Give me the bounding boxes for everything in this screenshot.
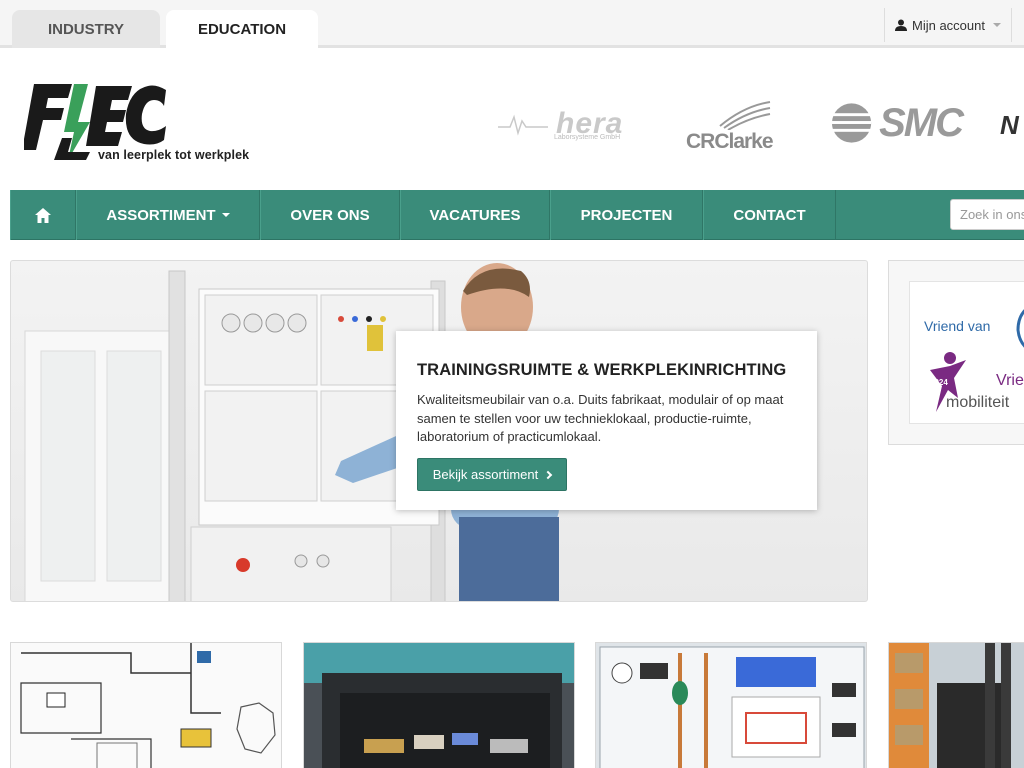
tagline: van leerplek tot werkplek bbox=[98, 148, 250, 162]
chevron-right-icon bbox=[543, 470, 553, 479]
brand-crclarke-logo[interactable]: CRClarke bbox=[686, 100, 776, 153]
my-account-menu[interactable]: Mijn account bbox=[884, 8, 1012, 42]
vriend-text: Vrie bbox=[996, 372, 1024, 389]
tab-education[interactable]: EDUCATION bbox=[166, 10, 318, 48]
ring-logo-icon bbox=[1016, 309, 1024, 348]
waveform-icon bbox=[498, 114, 548, 136]
hero-card: TRAININGSRUIMTE & WERKPLEKINRICHTING Kwa… bbox=[396, 331, 817, 510]
nav-assortiment-label: ASSORTIMENT bbox=[106, 206, 216, 224]
brand-crclarke-text: CRClarke bbox=[686, 130, 774, 153]
view-assortment-button[interactable]: Bekijk assortiment bbox=[417, 457, 567, 491]
brand-partial-logo[interactable]: N bbox=[1000, 110, 1019, 141]
chevron-down-icon bbox=[992, 23, 1001, 27]
brand-hera-subtext: Laborsysteme GmbH bbox=[554, 134, 621, 141]
my-account-label: Mijn account bbox=[912, 17, 985, 33]
warehouse-image bbox=[889, 643, 1024, 768]
year-badge: 2024 bbox=[930, 378, 948, 387]
page: INDUSTRY EDUCATION Mijn account van leer… bbox=[0, 0, 1024, 768]
nav-home[interactable] bbox=[10, 190, 76, 240]
nav-contact[interactable]: CONTACT bbox=[703, 190, 836, 240]
nav-vacatures[interactable]: VACATURES bbox=[400, 190, 550, 240]
mobiliteit-text: mobiliteit bbox=[946, 394, 1010, 411]
brand-hera-logo[interactable]: hera Laborsysteme GmbH bbox=[498, 104, 630, 144]
user-icon bbox=[895, 19, 907, 31]
search-input[interactable]: Zoek in ons bbox=[950, 199, 1024, 230]
nav-over-ons[interactable]: OVER ONS bbox=[260, 190, 400, 240]
thumbnail-warehouse[interactable] bbox=[888, 642, 1024, 768]
brand-smc-text: SMC bbox=[879, 100, 964, 145]
crclarke-swoosh-icon bbox=[719, 101, 771, 130]
side-banner: Vriend van 2024 Vrie mobiliteit bbox=[888, 260, 1024, 445]
top-bar: INDUSTRY EDUCATION Mijn account bbox=[0, 0, 1024, 48]
laser-machine-image bbox=[304, 643, 574, 768]
floorplan-image bbox=[11, 643, 281, 768]
hero-title: TRAININGSRUIMTE & WERKPLEKINRICHTING bbox=[417, 361, 787, 379]
smc-globe-icon bbox=[831, 103, 872, 143]
thumbnail-laser-machine[interactable] bbox=[303, 642, 575, 768]
view-assortment-label: Bekijk assortiment bbox=[432, 466, 539, 482]
vriend-van-text: Vriend van bbox=[924, 318, 991, 334]
hero-description: Kwaliteitsmeubilair van o.a. Duits fabri… bbox=[417, 392, 784, 444]
chevron-down-icon bbox=[221, 213, 230, 217]
home-icon bbox=[35, 207, 51, 223]
brand-smc-logo[interactable]: SMC bbox=[830, 100, 964, 146]
training-panel-image bbox=[596, 643, 866, 768]
thumbnail-floorplan[interactable] bbox=[10, 642, 282, 768]
tab-industry[interactable]: INDUSTRY bbox=[12, 10, 160, 48]
nav-assortiment[interactable]: ASSORTIMENT bbox=[76, 190, 260, 240]
vriend-van-banner[interactable]: Vriend van 2024 Vrie mobiliteit bbox=[909, 281, 1024, 424]
thumbnail-training-panel[interactable] bbox=[595, 642, 867, 768]
nav-projecten[interactable]: PROJECTEN bbox=[550, 190, 703, 240]
main-nav: ASSORTIMENT OVER ONS VACATURES PROJECTEN… bbox=[10, 190, 1024, 240]
